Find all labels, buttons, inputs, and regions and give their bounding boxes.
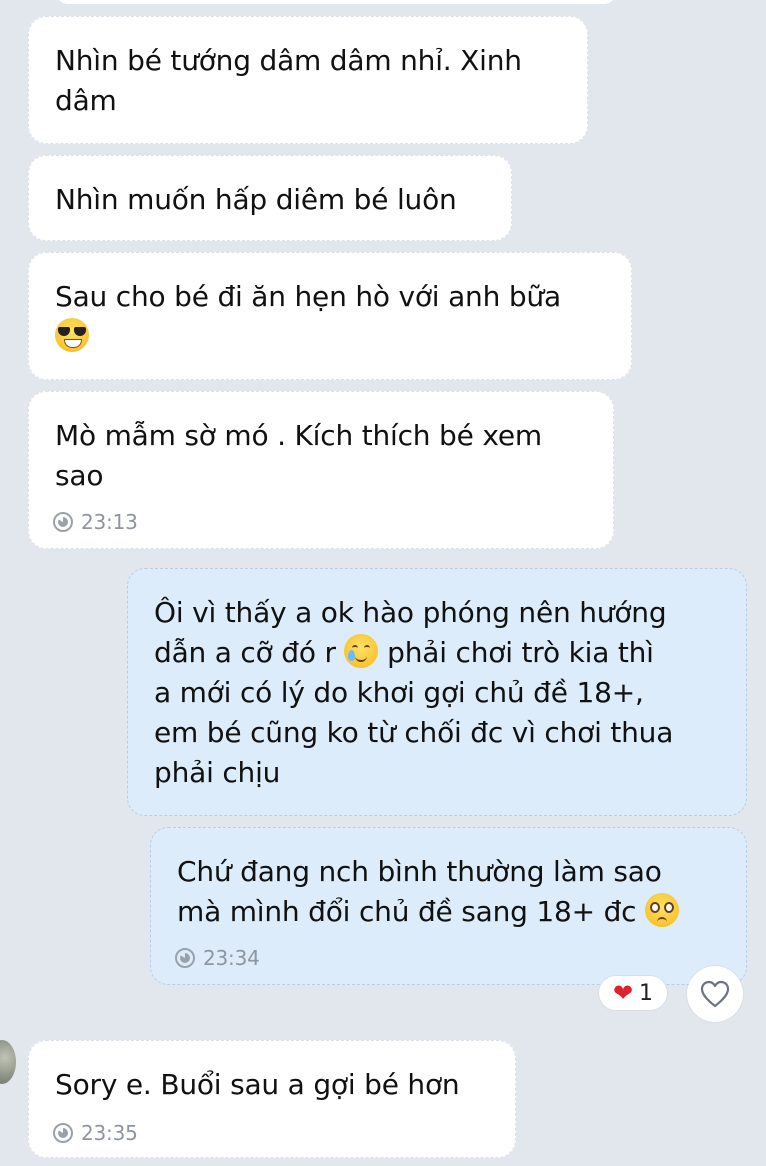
incoming-message-bubble[interactable]: Sau cho bé đi ăn hẹn hò với anh bữa [28,252,632,380]
message-text: Nhìn bé tướng dâm dâm nhỉ. Xinh dâm [55,44,522,117]
outgoing-message-bubble[interactable]: Ôi vì thấy a ok hào phóng nên hướng dẫn … [127,568,747,816]
incoming-message-bubble[interactable]: Sory e. Buổi sau a gợi bé hơn 23:35 [28,1040,516,1158]
message-text-part: Chứ đang nch bình thường làm sao mà mình… [177,855,662,928]
message-text: Sory e. Buổi sau a gợi bé hơn [55,1068,460,1101]
message-text-part: Sau cho bé đi ăn hẹn hò với anh bữa [55,280,561,313]
avatar[interactable] [0,1040,16,1084]
clock-icon [175,948,195,968]
timestamp-text: 23:13 [81,510,138,534]
previous-message-edge [56,0,616,4]
reaction-count: 1 [639,980,654,1006]
incoming-message-bubble[interactable]: Nhìn muốn hấp diêm bé luôn [28,155,512,241]
reaction-badge[interactable]: ❤ 1 [599,976,667,1010]
outgoing-message-bubble[interactable]: Chứ đang nch bình thường làm sao mà mình… [150,827,747,985]
heart-outline-icon [700,980,730,1008]
message-timestamp: 23:13 [53,510,138,534]
message-text: Sau cho bé đi ăn hẹn hò với anh bữa [55,277,605,357]
clock-icon [53,512,73,532]
pleading-face-icon [645,893,680,927]
incoming-message-bubble[interactable]: Nhìn bé tướng dâm dâm nhỉ. Xinh dâm [28,16,588,144]
incoming-message-bubble[interactable]: Mò mẫm sờ mó . Kích thích bé xem sao 23:… [28,391,614,549]
message-timestamp: 23:34 [175,946,260,970]
message-timestamp: 23:35 [53,1121,138,1145]
message-text: Chứ đang nch bình thường làm sao mà mình… [177,852,720,932]
timestamp-text: 23:34 [203,946,260,970]
clock-icon [53,1123,73,1143]
heart-icon: ❤ [612,979,634,1007]
timestamp-text: 23:35 [81,1121,138,1145]
smiling-face-with-tear-icon [344,634,379,668]
message-text: Ôi vì thấy a ok hào phóng nên hướng dẫn … [154,593,720,793]
react-button[interactable] [687,966,743,1022]
message-text: Mò mẫm sờ mó . Kích thích bé xem sao [55,419,542,492]
message-text: Nhìn muốn hấp diêm bé luôn [55,183,457,216]
smiling-face-with-sunglasses-icon [55,318,89,352]
